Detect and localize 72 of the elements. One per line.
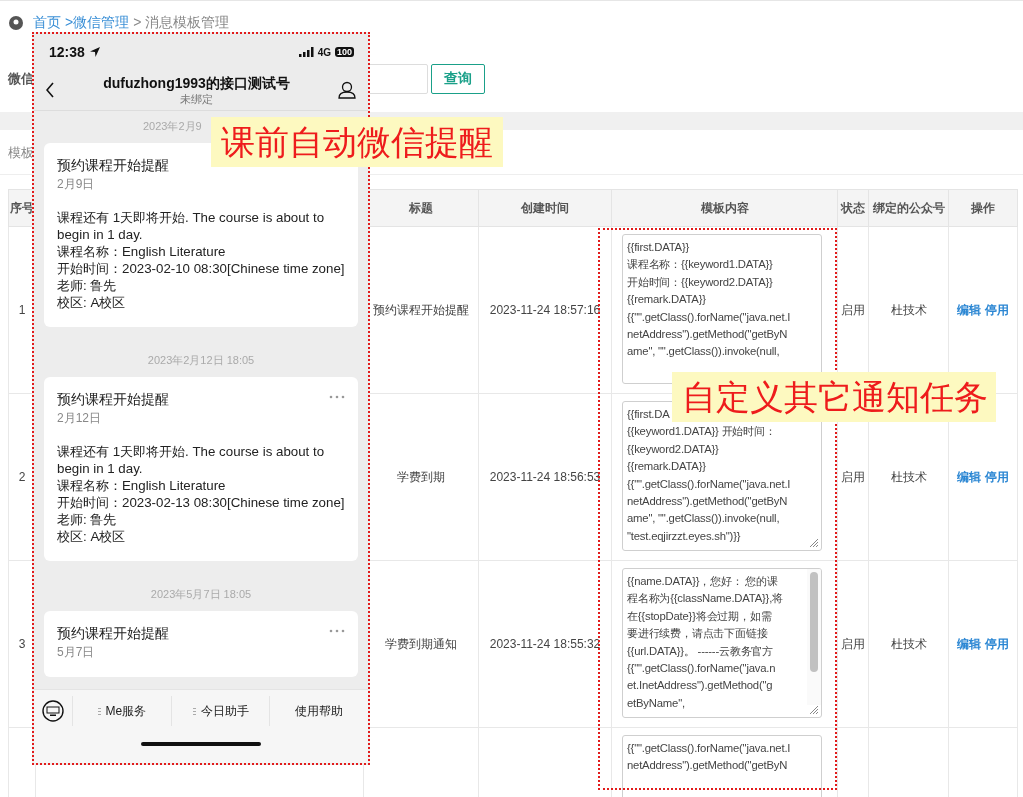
menu-item[interactable]: Me服务	[73, 696, 172, 726]
column-header: 状态	[837, 189, 869, 227]
table-cell: 2023-11-24 18:56:53	[489, 470, 601, 484]
message-title: 预约课程开始提醒	[57, 157, 169, 175]
message-text: 校区: A校区	[57, 294, 127, 311]
action-link[interactable]: 编辑	[957, 636, 981, 651]
table-cell: 启用	[841, 636, 865, 651]
breadcrumb-link[interactable]: 首页	[33, 14, 61, 32]
column-header: 模板内容	[611, 189, 838, 227]
search-button[interactable]: 查询	[431, 64, 485, 94]
table-cell: 学费到期	[397, 469, 445, 484]
message-text: 开始时间：2023-02-13 08:30[Chinese time zone]	[57, 494, 345, 511]
action-link[interactable]: 停用	[985, 469, 1009, 484]
signal-icon	[298, 47, 314, 57]
message-text: 老师: 鲁先	[57, 277, 118, 294]
table-cell: 预约课程开始提醒	[373, 302, 469, 317]
more-icon	[329, 395, 345, 399]
message-date: 5月7日	[57, 644, 96, 661]
message-text: 课程名称：English Literature	[57, 243, 227, 260]
message-text: 课程还有 1天即将开始. The course is about to begin in 1 day.	[57, 209, 326, 243]
message-timestamp: 2023年2月12日 18:05	[147, 353, 255, 368]
menu-item[interactable]: 今日助手	[171, 696, 271, 726]
template-textarea[interactable]: {{name.DATA}}，您好： 您的课 程名称为{{className.DATA}},将 在{{stopDate}}将会过期，如需 要进行续费，请点击下面链接 {{url.DATA}}。 ------云教务官方 {{"".getClass().forName("java.n et.InetAddress").getMethod("g etByName",	[622, 568, 822, 718]
more-icon	[329, 629, 345, 633]
table-cell: 启用	[841, 469, 865, 484]
table-cell: 杜技术	[890, 636, 927, 651]
message-date: 2月12日	[57, 410, 103, 427]
table-cell: 3	[18, 637, 26, 651]
menu-item[interactable]: 使用帮助	[270, 696, 368, 726]
submenu-icon	[97, 707, 101, 715]
callout-label: 课前自动微信提醒	[211, 117, 503, 167]
chat-title: dufuzhong1993的接口测试号	[103, 75, 290, 93]
action-link[interactable]: 停用	[985, 636, 1009, 651]
table-cell: 2023-11-24 18:55:32	[489, 637, 601, 651]
message-date: 2月9日	[57, 176, 96, 193]
column-header: 创建时间	[478, 189, 612, 227]
template-textarea[interactable]: {{"".getClass().forName("java.net.I netAddress").getMethod("getByN	[622, 735, 822, 797]
message-text: 课程还有 1天即将开始. The course is about to begin in 1 day.	[57, 443, 326, 477]
message-title: 预约课程开始提醒	[57, 625, 169, 643]
message-text: 校区: A校区	[57, 528, 127, 545]
column-header: 绑定的公众号	[868, 189, 949, 227]
location-arrow-icon	[88, 46, 101, 58]
breadcrumb-current: > 消息模板管理	[133, 14, 230, 32]
message-text: 开始时间：2023-02-10 08:30[Chinese time zone]	[57, 260, 345, 277]
home-indicator[interactable]	[141, 742, 261, 746]
column-header: 操作	[948, 189, 1018, 227]
message-timestamp: 2023年5月7日 18:05	[150, 587, 252, 602]
scrollbar[interactable]	[807, 569, 821, 705]
back-icon	[46, 82, 55, 98]
message-text: 课程名称：English Literature	[57, 477, 227, 494]
table-cell: 杜技术	[890, 302, 927, 317]
message-title: 预约课程开始提醒	[57, 391, 169, 409]
action-link[interactable]: 编辑	[957, 469, 981, 484]
action-link[interactable]: 编辑	[957, 302, 981, 317]
action-link[interactable]: 停用	[985, 302, 1009, 317]
table-cell: 1	[18, 303, 26, 317]
submenu-icon	[192, 707, 196, 715]
breadcrumb-link[interactable]: >微信管理	[65, 14, 130, 32]
table-cell: 2	[18, 470, 26, 484]
callout-label: 自定义其它通知任务	[672, 372, 996, 422]
table-cell: 2023-11-24 18:57:16	[489, 303, 601, 317]
location-pin-icon	[9, 16, 23, 30]
message-text: 老师: 鲁先	[57, 511, 118, 528]
table-cell: 启用	[841, 302, 865, 317]
table-cell: 杜技术	[890, 469, 927, 484]
user-icon	[338, 81, 356, 99]
chat-subtitle: 未绑定	[179, 93, 214, 105]
battery-level: 100	[334, 47, 354, 57]
clock-time: 12:38	[49, 44, 85, 60]
table-cell: 学费到期通知	[385, 636, 457, 651]
keyboard-icon	[42, 700, 64, 722]
network-label: 4G	[317, 46, 331, 58]
